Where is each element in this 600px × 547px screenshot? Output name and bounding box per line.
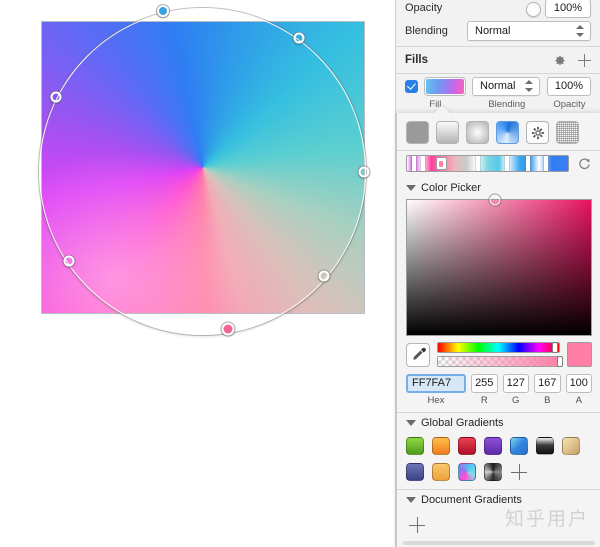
noise-fill-button[interactable] <box>556 121 579 144</box>
sb-picker-handle[interactable] <box>489 194 501 206</box>
blending-select[interactable]: Normal <box>467 21 591 41</box>
purple-gradient-swatch[interactable] <box>484 437 502 455</box>
hue-slider-knob[interactable] <box>551 342 558 353</box>
angular-gradient-button[interactable] <box>496 121 519 144</box>
opacity-slider-knob[interactable] <box>526 2 541 17</box>
hue-alpha-sliders <box>437 342 563 367</box>
blue-input[interactable]: 167 <box>534 374 561 393</box>
opacity-label: Opacity <box>405 2 443 14</box>
gradient-stop-tick[interactable] <box>476 156 481 171</box>
color-value-fields: FF7FA7 255 127 167 100 <box>397 367 600 393</box>
global-gradients-grid <box>397 433 600 483</box>
eyedropper-icon <box>413 347 426 360</box>
canvas-area[interactable] <box>0 0 395 547</box>
eyedropper-button[interactable] <box>406 342 430 367</box>
global-gradients-section-header[interactable]: Global Gradients <box>397 413 600 433</box>
gold-gradient-swatch[interactable] <box>562 437 580 455</box>
green-gradient-swatch[interactable] <box>406 437 424 455</box>
fill-opacity-input[interactable]: 100% <box>547 76 591 96</box>
navy-gradient-swatch[interactable] <box>406 463 424 481</box>
linear-gradient-button[interactable] <box>436 121 459 144</box>
opacity-input[interactable]: 100% <box>545 0 591 18</box>
color-field-captions: Hex R G B A <box>397 393 600 406</box>
hex-input[interactable]: FF7FA7 <box>406 374 466 393</box>
triangle-down-icon[interactable] <box>406 497 416 503</box>
sketch-gradient-editor-screen: Opacity 100% Blending Normal Fills Norma… <box>0 0 600 547</box>
fills-section-header: Fills <box>396 47 600 73</box>
stop-handle-lower-left[interactable] <box>63 255 75 267</box>
alpha-slider[interactable] <box>437 356 563 367</box>
color-preview-swatch <box>567 342 592 367</box>
red-input[interactable]: 255 <box>471 374 498 393</box>
orange-gradient-swatch[interactable] <box>432 437 450 455</box>
fill-row-captions: Fill Blending Opacity <box>396 98 600 110</box>
pattern-fill-button[interactable] <box>526 121 549 144</box>
fills-header-actions <box>553 53 591 67</box>
blending-caption: Blending <box>488 99 526 110</box>
triangle-down-icon[interactable] <box>406 420 416 426</box>
color-picker-title: Color Picker <box>421 182 481 194</box>
opacity-caption: Opacity <box>553 99 586 110</box>
alpha-caption: A <box>575 395 582 406</box>
blending-select-value: Normal <box>475 25 511 37</box>
fills-title: Fills <box>405 54 429 66</box>
red-gradient-swatch[interactable] <box>458 437 476 455</box>
hue-slider[interactable] <box>437 342 560 353</box>
watermark-text: 知乎用户 <box>504 508 589 530</box>
opacity-row: Opacity 100% <box>396 0 600 18</box>
fill-enabled-checkbox[interactable] <box>405 79 418 93</box>
alpha-input[interactable]: 100 <box>565 374 592 393</box>
popover-arrow <box>433 105 451 114</box>
green-caption: G <box>512 395 520 406</box>
amber-gradient-swatch[interactable] <box>432 463 450 481</box>
global-gradients-title: Global Gradients <box>421 417 504 429</box>
hex-caption: Hex <box>427 395 445 406</box>
fill-item-row: Normal 100% <box>396 74 600 98</box>
shape-with-angular-gradient[interactable] <box>41 21 365 314</box>
reset-rotate-icon[interactable] <box>577 156 592 171</box>
saturation-brightness-picker[interactable] <box>406 194 592 336</box>
fill-popover: Color Picker FF7FA7 255 127 167 100 Hex … <box>396 105 600 547</box>
stop-handle-upper-right[interactable] <box>293 32 305 44</box>
fill-color-swatch-button[interactable] <box>424 76 466 96</box>
gradient-stop-tick[interactable] <box>543 156 548 171</box>
add-fill-icon[interactable] <box>578 53 591 67</box>
gradient-stop-tick[interactable] <box>411 156 416 171</box>
gear-icon <box>531 126 544 139</box>
scrollbar[interactable] <box>403 541 595 545</box>
gradient-stop-tick[interactable] <box>421 156 426 171</box>
gradient-stops-row <box>397 151 600 178</box>
solid-color-button[interactable] <box>406 121 429 144</box>
fill-blending-select[interactable]: Normal <box>472 76 540 96</box>
stop-handle-bottom[interactable] <box>221 322 235 336</box>
blue-caption: B <box>544 395 551 406</box>
triangle-down-icon[interactable] <box>406 185 416 191</box>
gradient-stop-tick[interactable] <box>505 156 510 171</box>
dark-angular-gradient-swatch[interactable] <box>484 463 502 481</box>
stop-handle-top[interactable] <box>157 5 169 17</box>
stop-handle-left[interactable] <box>50 91 62 103</box>
radial-gradient-button[interactable] <box>466 121 489 144</box>
fill-type-row <box>397 113 600 150</box>
red-caption: R <box>480 395 488 406</box>
black-white-gradient-swatch[interactable] <box>536 437 554 455</box>
alpha-slider-knob[interactable] <box>556 356 563 367</box>
gear-icon[interactable] <box>553 54 566 67</box>
blue-green-gradient-swatch[interactable] <box>510 437 528 455</box>
blending-row: Blending Normal <box>396 16 600 46</box>
blending-label: Blending <box>405 25 448 37</box>
pink-cyan-gradient-swatch[interactable] <box>458 463 476 481</box>
chevron-updown-icon[interactable] <box>525 79 534 93</box>
gradient-stop-tick[interactable] <box>435 157 447 170</box>
stop-handle-lower-right[interactable] <box>318 270 330 282</box>
green-input[interactable]: 127 <box>502 374 529 393</box>
add-gradient-icon[interactable] <box>510 463 528 481</box>
chevron-updown-icon[interactable] <box>576 24 585 38</box>
color-sliders-row <box>397 336 600 367</box>
stop-handle-right[interactable] <box>358 166 370 178</box>
inspector-panel: Opacity 100% Blending Normal Fills Norma… <box>395 0 600 547</box>
fill-blending-value: Normal <box>480 79 516 92</box>
gradient-stop-tick[interactable] <box>526 156 531 171</box>
gradient-stops-strip[interactable] <box>406 155 569 172</box>
